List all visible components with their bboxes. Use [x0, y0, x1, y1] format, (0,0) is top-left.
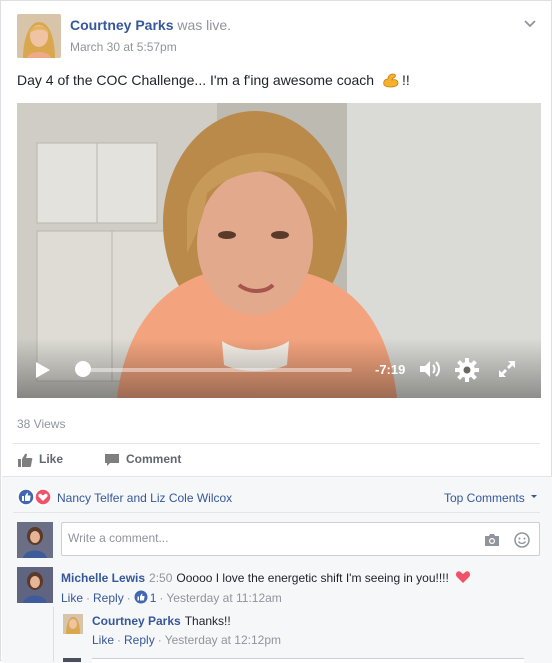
video-scrubber-handle[interactable]	[75, 361, 91, 377]
play-icon[interactable]	[35, 361, 51, 379]
comment-label: Comment	[126, 452, 182, 466]
divider	[13, 443, 540, 444]
reply-time[interactable]: Yesterday at 12:12pm	[165, 633, 281, 647]
reply-like-link[interactable]: Like	[92, 633, 114, 647]
reply-thread-line	[53, 607, 54, 662]
caret-down-icon	[531, 495, 538, 498]
post-author-line: Courtney Parks was live.	[70, 17, 231, 33]
comment-like-count[interactable]: 1	[150, 591, 157, 605]
comment-reply-link[interactable]: Reply	[93, 591, 124, 605]
reply-text: Thanks!!	[184, 614, 231, 628]
post-text-body: Day 4 of the COC Challenge... I'm a f'in…	[17, 72, 375, 88]
commenter-name[interactable]: Michelle Lewis	[61, 571, 145, 585]
post-text-suffix: !!	[401, 72, 410, 88]
chevron-down-icon[interactable]	[523, 16, 537, 30]
post-card: Courtney Parks was live. March 30 at 5:5…	[0, 0, 552, 663]
reply-composer-avatar[interactable]	[63, 658, 81, 662]
activity-text: was live.	[173, 17, 232, 33]
top-comments-dropdown[interactable]: Top Comments	[444, 491, 538, 505]
comment-like-link[interactable]: Like	[61, 591, 83, 605]
comment-actions: Like · Reply · 1 · Yesterday at 11:12am	[61, 590, 282, 605]
author-avatar[interactable]	[17, 14, 61, 58]
top-comments-label: Top Comments	[444, 491, 525, 505]
author-name[interactable]: Courtney Parks	[70, 17, 173, 33]
reaction-names[interactable]: Nancy Telfer and Liz Cole Wilcox	[57, 491, 232, 505]
thumbs-up-icon	[18, 453, 33, 467]
camera-icon[interactable]	[484, 533, 500, 547]
post-date[interactable]: March 30 at 5:57pm	[70, 40, 177, 54]
gear-icon[interactable]	[454, 357, 480, 383]
volume-icon[interactable]	[419, 359, 443, 379]
emoji-icon[interactable]	[514, 532, 530, 548]
video-player[interactable]: -7:19	[17, 103, 541, 398]
view-count: 38 Views	[17, 417, 66, 431]
divider	[13, 512, 540, 513]
comment-row: Michelle Lewis 2:50 Ooooo I love the energ…	[61, 570, 471, 585]
commenter-avatar[interactable]	[17, 567, 53, 603]
reply-actions: Like · Reply · Yesterday at 12:12pm	[92, 633, 282, 647]
like-icon	[134, 590, 148, 604]
video-scrubber[interactable]	[82, 368, 352, 372]
reaction-icons[interactable]	[17, 488, 57, 506]
comment-time[interactable]: Yesterday at 11:12am	[166, 591, 281, 605]
replier-avatar[interactable]	[63, 614, 83, 634]
comment-input[interactable]	[68, 531, 448, 545]
love-icon	[34, 488, 52, 506]
like-icon	[17, 488, 35, 506]
comment-composer[interactable]	[61, 522, 540, 556]
comment-text: Ooooo I love the energetic shift I'm see…	[176, 571, 449, 585]
heart-icon	[456, 571, 471, 583]
like-button[interactable]: Like	[17, 451, 67, 469]
fullscreen-icon[interactable]	[497, 359, 517, 379]
replier-name[interactable]: Courtney Parks	[92, 614, 181, 628]
reply-row: Courtney Parks Thanks!!	[92, 614, 231, 628]
flexed-biceps-icon	[383, 73, 399, 88]
comment-button[interactable]: Comment	[104, 451, 194, 469]
current-user-avatar[interactable]	[17, 522, 53, 558]
post-text: Day 4 of the COC Challenge... I'm a f'in…	[17, 72, 410, 88]
comment-icon	[105, 454, 119, 466]
like-label: Like	[39, 452, 64, 466]
reply-reply-link[interactable]: Reply	[124, 633, 155, 647]
video-time-remaining: -7:19	[375, 362, 406, 377]
video-timestamp-link[interactable]: 2:50	[149, 571, 172, 585]
post-header: Courtney Parks was live. March 30 at 5:5…	[17, 14, 537, 60]
